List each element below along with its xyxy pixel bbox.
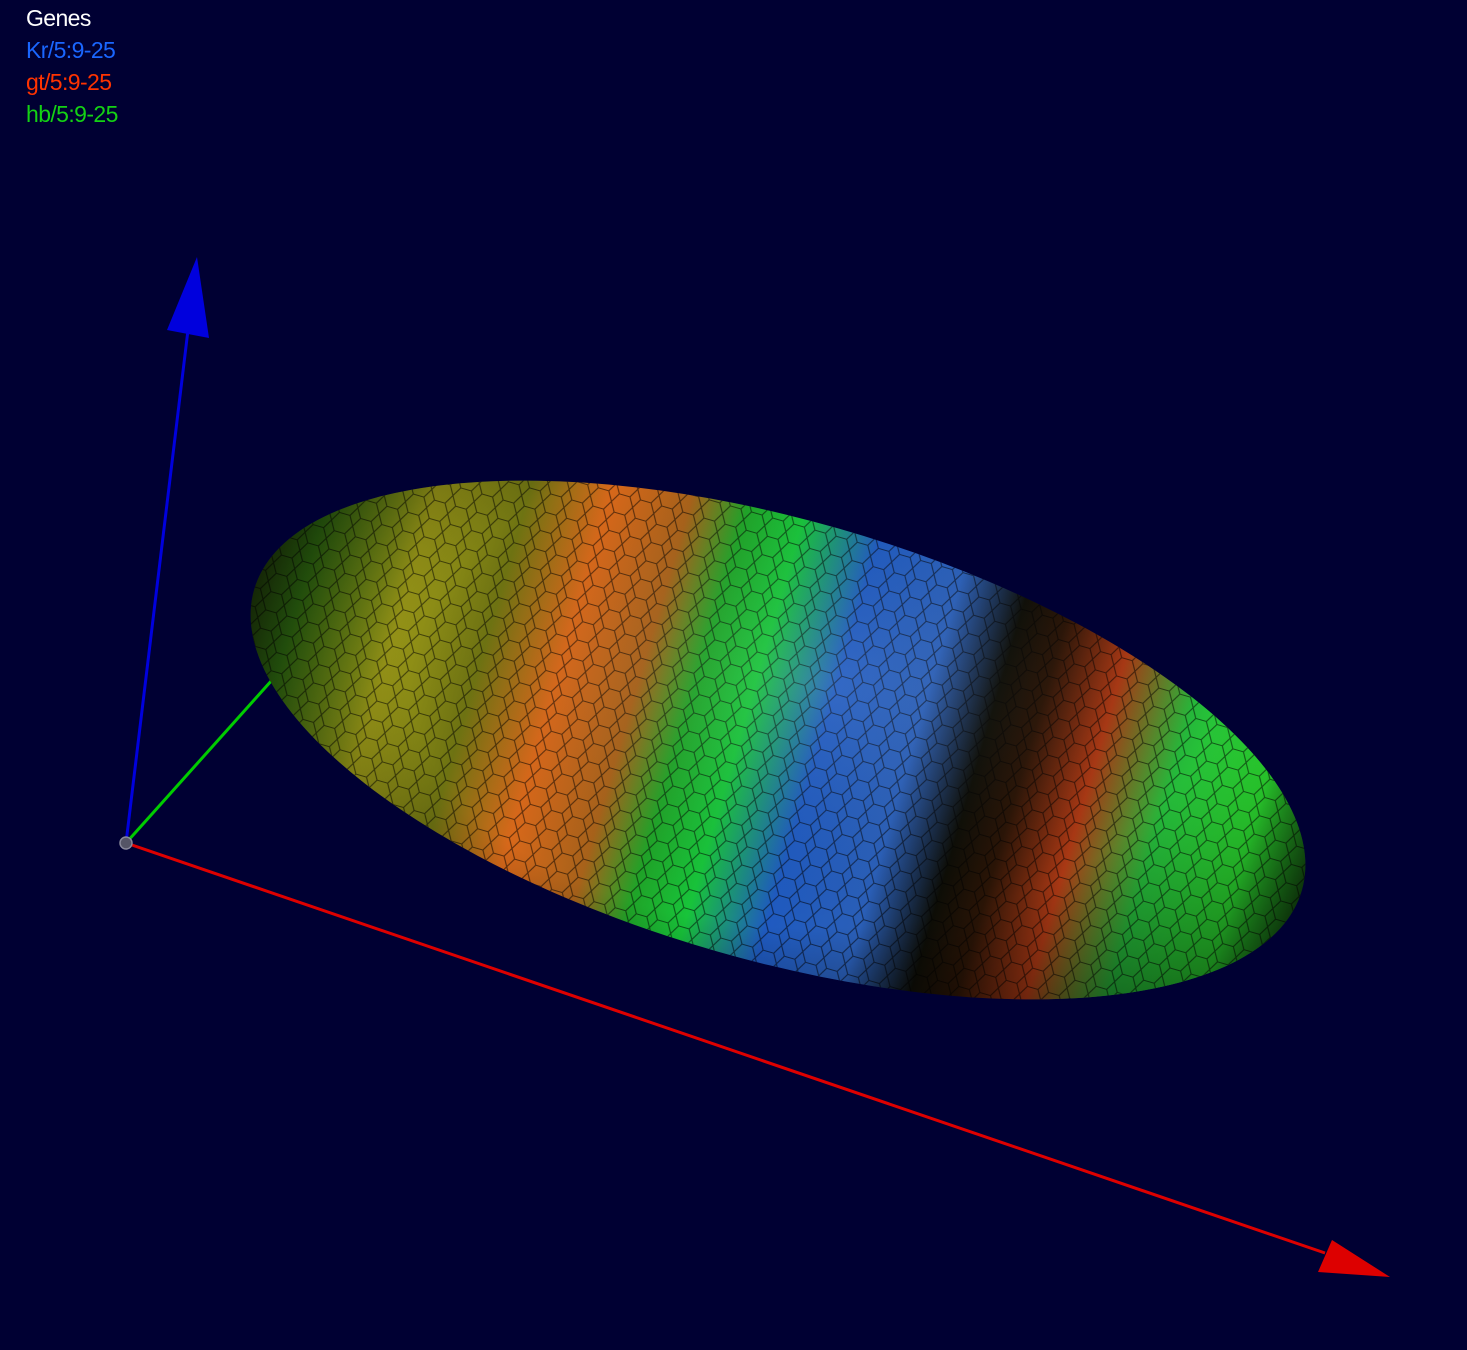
y-axis-line — [124, 658, 292, 845]
embryo-mesh[interactable] — [200, 380, 1380, 1100]
gene-legend: Genes Kr/5:9-25 gt/5:9-25 hb/5:9-25 — [26, 2, 118, 130]
axis-origin-marker — [119, 836, 133, 850]
legend-item-hb: hb/5:9-25 — [26, 101, 118, 127]
legend-title: Genes — [26, 5, 91, 31]
z-axis-arrowhead — [167, 257, 209, 338]
legend-item-kr: Kr/5:9-25 — [26, 37, 116, 63]
3d-viewport[interactable] — [0, 0, 1467, 1350]
z-axis-line — [124, 329, 190, 844]
legend-item-gt: gt/5:9-25 — [26, 69, 112, 95]
embryo-shading — [200, 380, 1363, 1100]
x-axis-arrowhead — [1318, 1240, 1390, 1277]
z-axis — [124, 257, 209, 844]
